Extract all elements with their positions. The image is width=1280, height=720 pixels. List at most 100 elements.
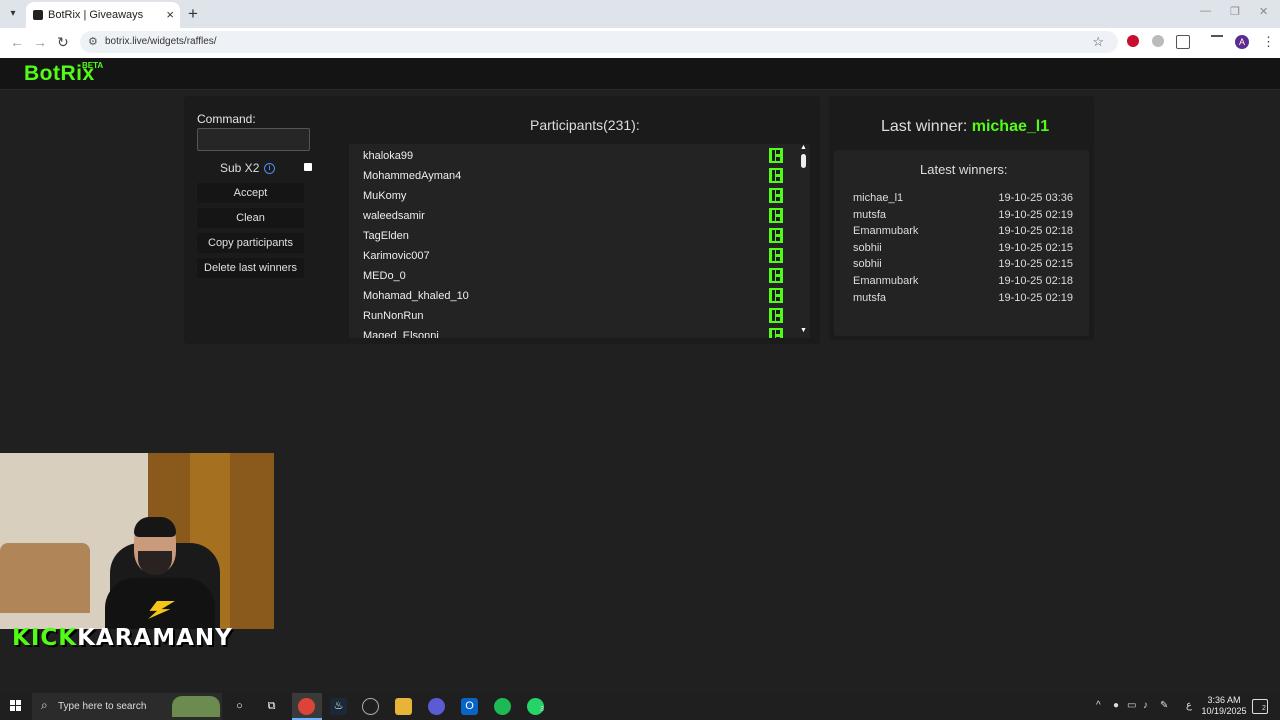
site-info-icon[interactable]: ⚙ [88, 35, 98, 48]
scroll-up-arrow[interactable]: ▲ [800, 144, 807, 151]
whatsapp-badge: 3 [540, 706, 544, 713]
search-highlight-image [172, 696, 220, 717]
browser-tab[interactable]: BotRix | Giveaways × [26, 2, 180, 28]
winners-panel: Last winner: michae_l1 Latest winners: m… [829, 96, 1094, 340]
windows-start-icon[interactable] [10, 700, 22, 712]
kick-platform-icon [769, 168, 783, 183]
shield-extension-icon[interactable] [1152, 35, 1164, 47]
tray-overflow-icon[interactable]: ^ [1096, 700, 1101, 711]
participant-row: khaloka99 [363, 146, 783, 166]
window-close-icon[interactable]: ✕ [1259, 5, 1268, 18]
channel-name-overlay: KARAMANY [77, 625, 233, 651]
delete-last-winners-button[interactable]: Delete last winners [197, 258, 304, 278]
forward-icon[interactable]: → [33, 34, 47, 50]
outlook-icon[interactable]: O [461, 698, 478, 715]
last-winner-heading: Last winner: michae_l1 [881, 118, 1049, 136]
kick-platform-icon [769, 328, 783, 338]
participant-name: Maged_Elsonni [363, 330, 439, 338]
url-field[interactable]: ⚙ botrix.live/widgets/raffles/ ☆ [80, 31, 1118, 53]
winner-date: 19-10-25 02:18 [998, 275, 1073, 287]
participant-row: MEDo_0 [363, 266, 783, 286]
volume-icon[interactable]: ♪ [1143, 700, 1148, 711]
reading-list-icon[interactable] [1211, 35, 1223, 49]
participant-row: TagElden [363, 226, 783, 246]
participant-row: Maged_Elsonni [363, 326, 783, 338]
kick-platform-icon [769, 288, 783, 303]
command-input[interactable] [197, 128, 310, 151]
info-icon[interactable]: i [264, 163, 275, 174]
opera-extension-icon[interactable] [1127, 35, 1139, 47]
system-clock[interactable]: 3:36 AM 10/19/2025 [1201, 695, 1247, 717]
taskbar-search[interactable]: ⌕ Type here to search [32, 693, 222, 720]
app-icon[interactable] [428, 698, 445, 715]
spotify-icon[interactable] [494, 698, 511, 715]
participant-row: MuKomy [363, 186, 783, 206]
winner-row: michae_l1 19-10-25 03:36 [853, 192, 1073, 208]
obs-icon[interactable] [362, 698, 379, 715]
winner-row: mutsfa 19-10-25 02:19 [853, 209, 1073, 225]
clock-date: 10/19/2025 [1201, 706, 1247, 716]
copy-participants-button[interactable]: Copy participants [197, 233, 304, 253]
scrollbar-thumb[interactable] [801, 154, 806, 168]
browser-tab-strip: ▾ BotRix | Giveaways × + — ❐ ✕ [0, 0, 1280, 28]
winner-date: 19-10-25 02:18 [998, 225, 1073, 238]
webcam-feed [0, 453, 274, 629]
kick-platform-icon [769, 148, 783, 163]
participant-name: MuKomy [363, 190, 407, 202]
chrome-icon[interactable] [298, 698, 315, 715]
file-explorer-icon[interactable] [395, 698, 412, 715]
command-label: Command: [197, 112, 256, 126]
tab-search-icon[interactable]: ▾ [4, 6, 22, 22]
last-winner-label: Last winner: [881, 118, 968, 135]
new-tab-icon[interactable]: + [188, 4, 198, 24]
winner-row: mutsfa 19-10-25 02:19 [853, 292, 1073, 308]
winner-date: 19-10-25 03:36 [998, 192, 1073, 204]
sub-x2-checkbox[interactable] [304, 163, 312, 171]
sub-x2-label: Sub X2 [220, 161, 260, 175]
participant-name: MohammedAyman4 [363, 170, 462, 182]
search-placeholder: Type here to search [58, 701, 147, 712]
task-view-icon[interactable]: ⧉ [263, 698, 280, 715]
bookmark-star-icon[interactable]: ☆ [1092, 34, 1104, 50]
winner-row: sobhii 19-10-25 02:15 [853, 242, 1073, 258]
extensions-puzzle-icon[interactable] [1176, 35, 1190, 49]
participant-name: khaloka99 [363, 150, 414, 162]
winner-name: Emanmubark [853, 275, 919, 287]
restore-icon[interactable]: ❐ [1230, 5, 1240, 18]
language-indicator[interactable]: ع [1186, 700, 1192, 711]
reload-icon[interactable]: ↻ [57, 34, 69, 51]
participants-list[interactable]: ▲ ▼ khaloka99 MohammedAyman4 MuKomy waleeds… [349, 144, 810, 338]
kick-overlay-text: KICK [12, 625, 78, 651]
tab-close-icon[interactable]: × [166, 7, 174, 22]
pen-icon[interactable]: ✎ [1160, 700, 1168, 711]
winner-name: michae_l1 [853, 192, 904, 204]
profile-avatar[interactable]: A [1235, 35, 1249, 49]
latest-winners-title: Latest winners: [920, 162, 1008, 177]
participant-row: waleedsamir [363, 206, 783, 226]
participant-name: RunNonRun [363, 310, 424, 322]
clean-button[interactable]: Clean [197, 208, 304, 228]
back-icon[interactable]: ← [10, 34, 24, 50]
participant-name: Karimovic007 [363, 250, 430, 262]
network-icon[interactable]: ▭ [1127, 700, 1136, 711]
winner-name: mutsfa [853, 208, 887, 221]
participant-name: Mohamad_khaled_10 [363, 290, 469, 302]
kick-platform-icon [769, 248, 783, 263]
steam-icon[interactable]: ♨ [330, 698, 347, 715]
minimize-icon[interactable]: — [1200, 5, 1211, 17]
latest-winners-box: Latest winners: michae_l1 19-10-25 03:36 m… [834, 150, 1089, 336]
scroll-down-arrow[interactable]: ▼ [800, 327, 807, 334]
accept-button[interactable]: Accept [197, 183, 304, 203]
winner-date: 19-10-25 02:15 [998, 258, 1073, 271]
browser-menu-icon[interactable]: ⋮ [1262, 34, 1275, 50]
search-icon: ⌕ [41, 698, 48, 712]
botrix-header: BotRix BETA [0, 58, 1280, 90]
notification-count: 2 [1262, 705, 1266, 712]
participant-row: Mohamad_khaled_10 [363, 286, 783, 306]
winner-row: Emanmubark 19-10-25 02:18 [853, 225, 1073, 241]
winner-date: 19-10-25 02:19 [998, 208, 1073, 221]
cortana-icon[interactable]: ○ [231, 698, 248, 715]
winner-name: mutsfa [853, 291, 887, 304]
participant-name: TagElden [363, 230, 409, 242]
microphone-icon[interactable]: ● [1113, 700, 1119, 711]
